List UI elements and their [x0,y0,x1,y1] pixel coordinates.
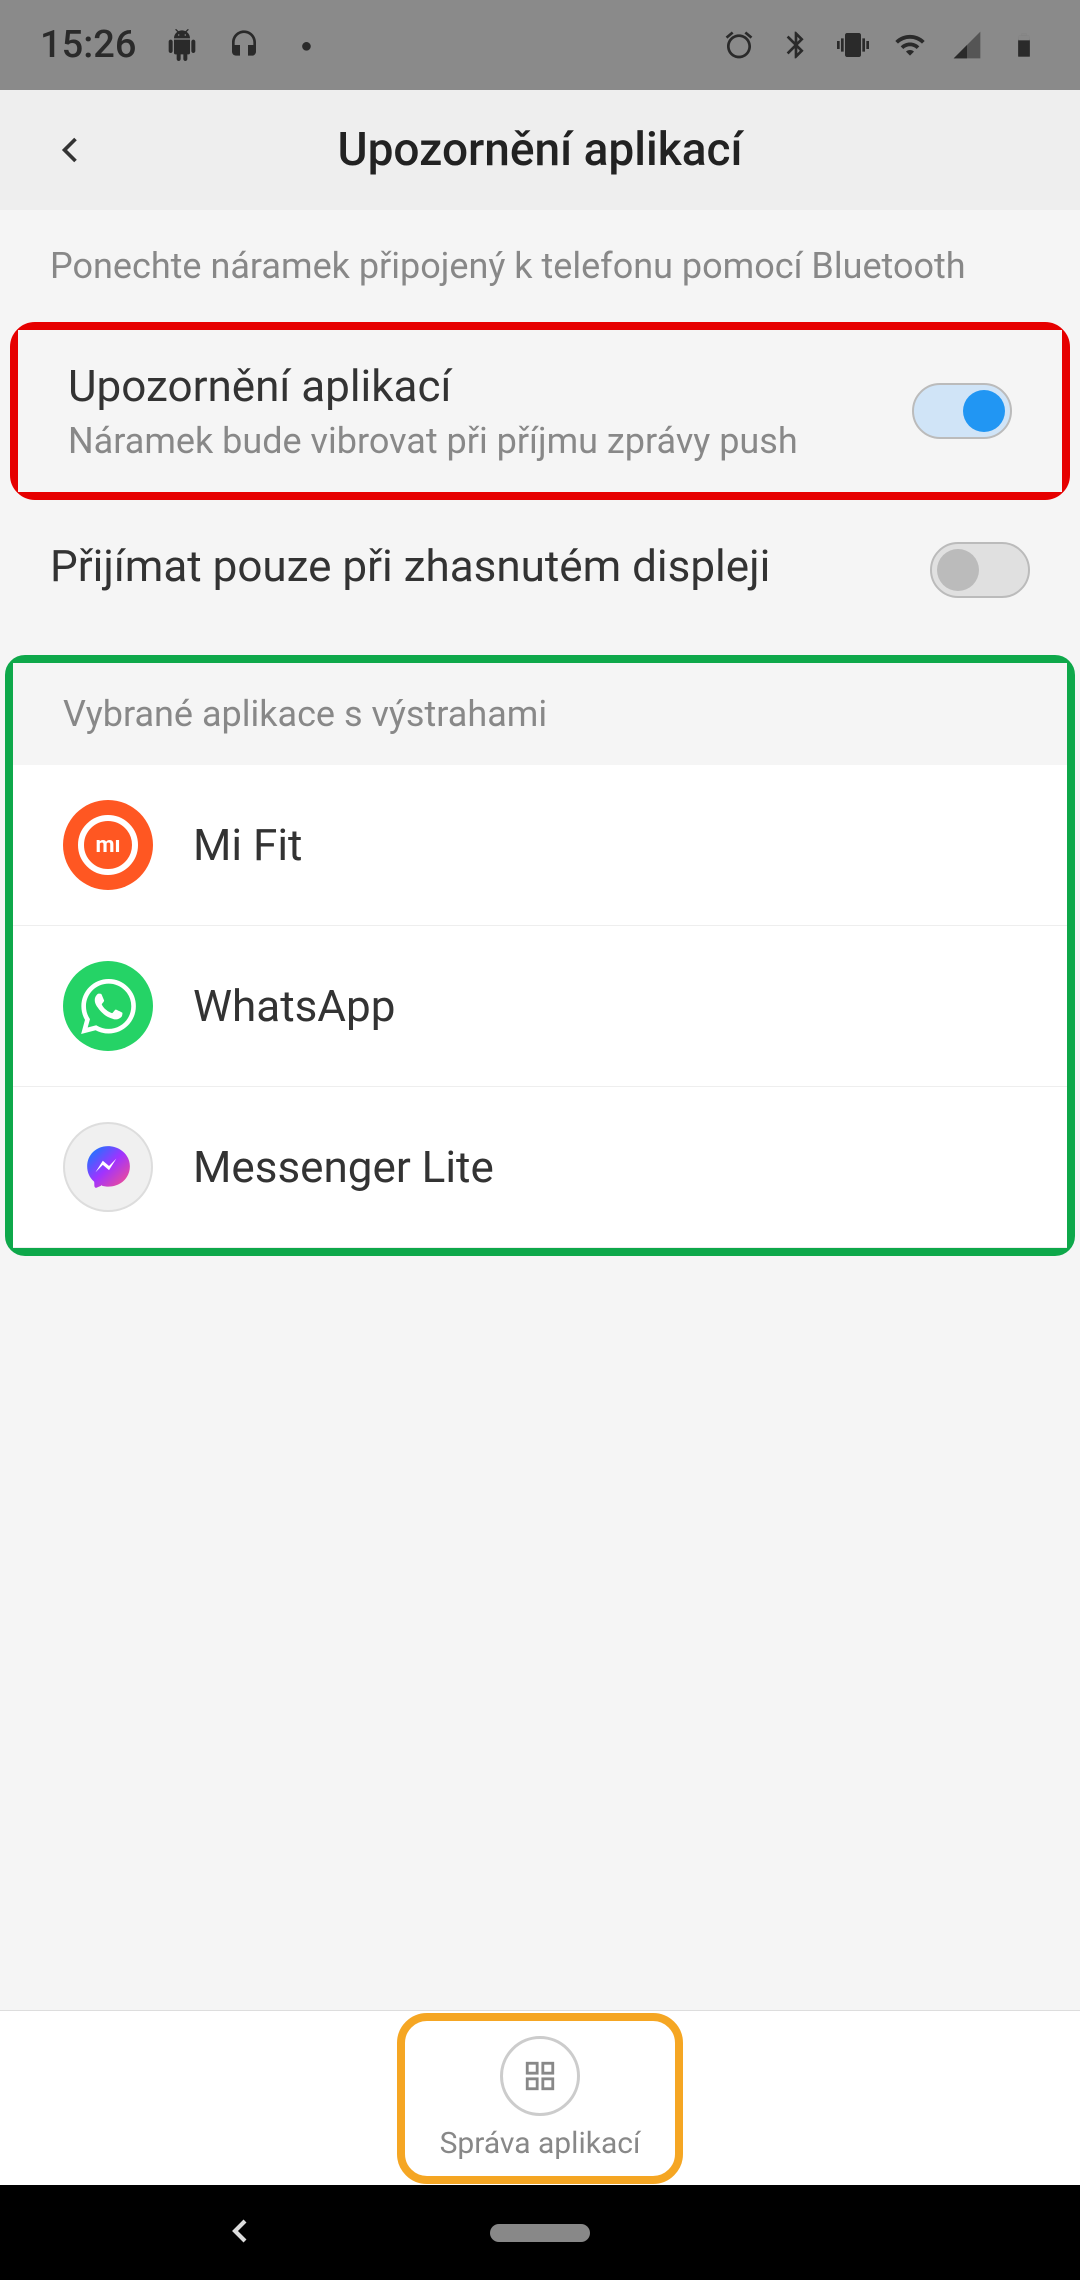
status-bar: 15:26 ● [0,0,1080,90]
section-header: Vybrané aplikace s výstrahami [13,663,1067,765]
app-name: Mi Fit [193,819,302,871]
wifi-icon [894,29,926,61]
setting-screen-off[interactable]: Přijímat pouze při zhasnutém displeji [0,500,1080,640]
highlight-green: Vybrané aplikace s výstrahami mı Mi Fit … [5,655,1075,1256]
nav-bar [0,2185,1080,2280]
header: Upozornění aplikací [0,90,1080,210]
bluetooth-icon [780,29,812,61]
setting-app-notifications[interactable]: Upozornění aplikací Náramek bude vibrova… [18,330,1062,492]
info-text: Ponechte náramek připojený k telefonu po… [0,210,1080,322]
highlight-yellow: Správa aplikací [397,2013,684,2184]
mifit-icon: mı [63,800,153,890]
app-row-messenger[interactable]: Messenger Lite [13,1087,1067,1248]
app-list: mı Mi Fit WhatsApp Messenger Lite [13,765,1067,1248]
vibrate-icon [837,29,869,61]
highlight-red: Upozornění aplikací Náramek bude vibrova… [10,322,1070,500]
signal-icon [951,29,983,61]
manage-apps-label: Správa aplikací [440,2126,641,2161]
android-icon [166,29,198,61]
setting-title: Přijímat pouze při zhasnutém displeji [50,540,930,592]
app-row-mifit[interactable]: mı Mi Fit [13,765,1067,926]
messenger-icon [63,1122,153,1212]
app-row-whatsapp[interactable]: WhatsApp [13,926,1067,1087]
back-button[interactable] [30,110,110,190]
setting-title: Upozornění aplikací [68,360,912,412]
alarm-icon [723,29,755,61]
toggle-screen-off[interactable] [930,542,1030,598]
status-time: 15:26 [40,23,136,67]
whatsapp-icon [63,961,153,1051]
dot-icon: ● [290,29,322,61]
setting-subtitle: Náramek bude vibrovat při příjmu zprávy … [68,420,912,462]
manage-apps-button[interactable] [500,2036,580,2116]
nav-back-button[interactable] [220,2211,260,2255]
bottom-bar: Správa aplikací [0,2010,1080,2185]
page-title: Upozornění aplikací [337,123,742,177]
battery-icon [1008,29,1040,61]
nav-home-pill[interactable] [490,2224,590,2242]
toggle-app-notifications[interactable] [912,383,1012,439]
app-name: Messenger Lite [193,1141,494,1193]
headset-icon [228,29,260,61]
app-name: WhatsApp [193,980,395,1032]
